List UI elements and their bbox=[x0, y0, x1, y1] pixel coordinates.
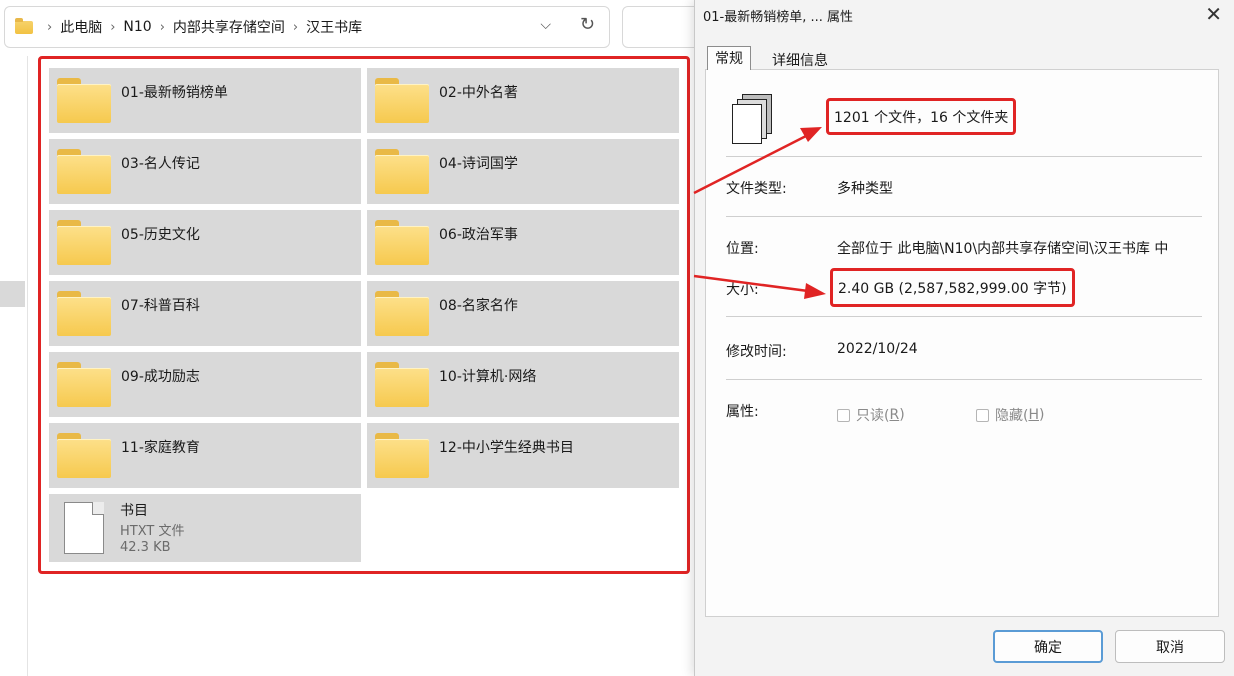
close-icon[interactable]: ✕ bbox=[1205, 2, 1222, 26]
general-panel: 1201 个文件，16 个文件夹 文件类型: 多种类型 位置: 全部位于 此电脑… bbox=[705, 69, 1219, 617]
modified-value: 2022/10/24 bbox=[837, 341, 918, 357]
folder-icon bbox=[57, 362, 111, 407]
folder-name: 08-名家名作 bbox=[439, 298, 518, 314]
folder-name: 06-政治军事 bbox=[439, 227, 518, 243]
folder-name: 11-家庭教育 bbox=[121, 440, 200, 456]
folder-name: 03-名人传记 bbox=[121, 156, 200, 172]
checkbox-box bbox=[976, 408, 989, 422]
divider bbox=[726, 216, 1202, 217]
folder-name: 04-诗词国学 bbox=[439, 156, 518, 172]
hidden-checkbox[interactable]: 隐藏(H) bbox=[976, 405, 1044, 425]
location-value: 全部位于 此电脑\N10\内部共享存储空间\汉王书库 中 bbox=[837, 241, 1169, 257]
file-size: 42.3 KB bbox=[120, 540, 171, 555]
summary-highlight: 1201 个文件，16 个文件夹 bbox=[826, 98, 1017, 135]
size-label: 大小: bbox=[726, 282, 759, 298]
type-value: 多种类型 bbox=[837, 181, 893, 197]
file-count-summary: 1201 个文件，16 个文件夹 bbox=[834, 109, 1009, 126]
folder-tile[interactable]: 10-计算机·网络 bbox=[367, 352, 679, 417]
multiple-files-icon bbox=[732, 94, 776, 144]
tab-details[interactable]: 详细信息 bbox=[765, 50, 835, 70]
checkbox-box bbox=[837, 408, 850, 422]
folder-name: 12-中小学生经典书目 bbox=[439, 440, 574, 456]
folder-name: 02-中外名著 bbox=[439, 85, 518, 101]
folder-tile[interactable]: 02-中外名著 bbox=[367, 68, 679, 133]
folder-tile[interactable]: 12-中小学生经典书目 bbox=[367, 423, 679, 488]
size-highlight: 2.40 GB (2,587,582,999.00 字节) bbox=[830, 268, 1075, 307]
divider bbox=[726, 316, 1202, 317]
file-name: 书目 bbox=[120, 503, 148, 519]
refresh-icon[interactable]: ↻ bbox=[580, 14, 595, 35]
breadcrumb-storage[interactable]: 内部共享存储空间 bbox=[173, 17, 285, 37]
chevron-right-icon: › bbox=[159, 19, 165, 35]
nav-pane-divider bbox=[27, 56, 28, 676]
chevron-right-icon: › bbox=[292, 19, 299, 35]
folder-icon bbox=[57, 78, 111, 123]
folder-name: 05-历史文化 bbox=[121, 227, 200, 243]
size-value: 2.40 GB (2,587,582,999.00 字节) bbox=[838, 280, 1067, 297]
chevron-right-icon: › bbox=[47, 19, 53, 35]
folder-tile[interactable]: 11-家庭教育 bbox=[49, 423, 361, 488]
folder-icon bbox=[375, 433, 429, 478]
folder-tile[interactable]: 05-历史文化 bbox=[49, 210, 361, 275]
hidden-accesskey: H bbox=[1028, 407, 1039, 423]
readonly-checkbox[interactable]: 只读(R) bbox=[837, 405, 905, 425]
folder-name: 09-成功励志 bbox=[121, 369, 200, 385]
chevron-right-icon: › bbox=[110, 19, 116, 35]
folder-name: 07-科普百科 bbox=[121, 298, 200, 314]
ok-button[interactable]: 确定 bbox=[993, 630, 1103, 663]
folder-icon bbox=[375, 362, 429, 407]
breadcrumb-library[interactable]: 汉王书库 bbox=[306, 17, 362, 37]
file-tile[interactable]: 书目 HTXT 文件 42.3 KB bbox=[49, 494, 361, 562]
divider bbox=[726, 156, 1202, 157]
divider bbox=[726, 379, 1202, 380]
folder-icon bbox=[375, 149, 429, 194]
folder-icon bbox=[375, 291, 429, 336]
dialog-title: 01-最新畅销榜单, ... 属性 bbox=[703, 10, 854, 25]
breadcrumb-n10[interactable]: N10 bbox=[123, 19, 151, 35]
nav-pane-item[interactable] bbox=[0, 281, 25, 307]
folder-icon bbox=[15, 17, 33, 34]
folder-icon bbox=[375, 220, 429, 265]
folder-tile[interactable]: 01-最新畅销榜单 bbox=[49, 68, 361, 133]
attributes-label: 属性: bbox=[726, 404, 759, 420]
address-bar[interactable]: › 此电脑 › N10 › 内部共享存储空间 › 汉王书库 ⌵ ↻ bbox=[4, 6, 610, 48]
file-type: HTXT 文件 bbox=[120, 524, 185, 539]
hidden-text: 隐藏( bbox=[995, 408, 1029, 424]
folder-icon bbox=[375, 78, 429, 123]
folder-icon bbox=[57, 220, 111, 265]
folder-name: 01-最新畅销榜单 bbox=[121, 85, 228, 101]
readonly-accesskey: R bbox=[889, 407, 900, 423]
search-input[interactable] bbox=[622, 6, 702, 48]
breadcrumb-this-pc[interactable]: 此电脑 bbox=[60, 17, 102, 37]
modified-label: 修改时间: bbox=[726, 344, 787, 360]
folder-tile[interactable]: 09-成功励志 bbox=[49, 352, 361, 417]
folder-name: 10-计算机·网络 bbox=[439, 369, 537, 385]
folder-tile[interactable]: 07-科普百科 bbox=[49, 281, 361, 346]
folder-tile[interactable]: 08-名家名作 bbox=[367, 281, 679, 346]
folder-tile[interactable]: 06-政治军事 bbox=[367, 210, 679, 275]
folder-tile[interactable]: 04-诗词国学 bbox=[367, 139, 679, 204]
type-label: 文件类型: bbox=[726, 181, 787, 197]
folder-tile[interactable]: 03-名人传记 bbox=[49, 139, 361, 204]
readonly-text: 只读( bbox=[856, 408, 890, 424]
tab-general[interactable]: 常规 bbox=[707, 46, 751, 70]
folder-icon bbox=[57, 149, 111, 194]
properties-dialog: 01-最新畅销榜单, ... 属性 ✕ 常规 详细信息 1201 个文件，16 … bbox=[694, 0, 1234, 676]
folder-icon bbox=[57, 433, 111, 478]
location-label: 位置: bbox=[726, 241, 759, 257]
document-corner bbox=[92, 502, 104, 515]
chevron-down-icon[interactable]: ⌵ bbox=[540, 17, 551, 33]
folder-icon bbox=[57, 291, 111, 336]
cancel-button[interactable]: 取消 bbox=[1115, 630, 1225, 663]
